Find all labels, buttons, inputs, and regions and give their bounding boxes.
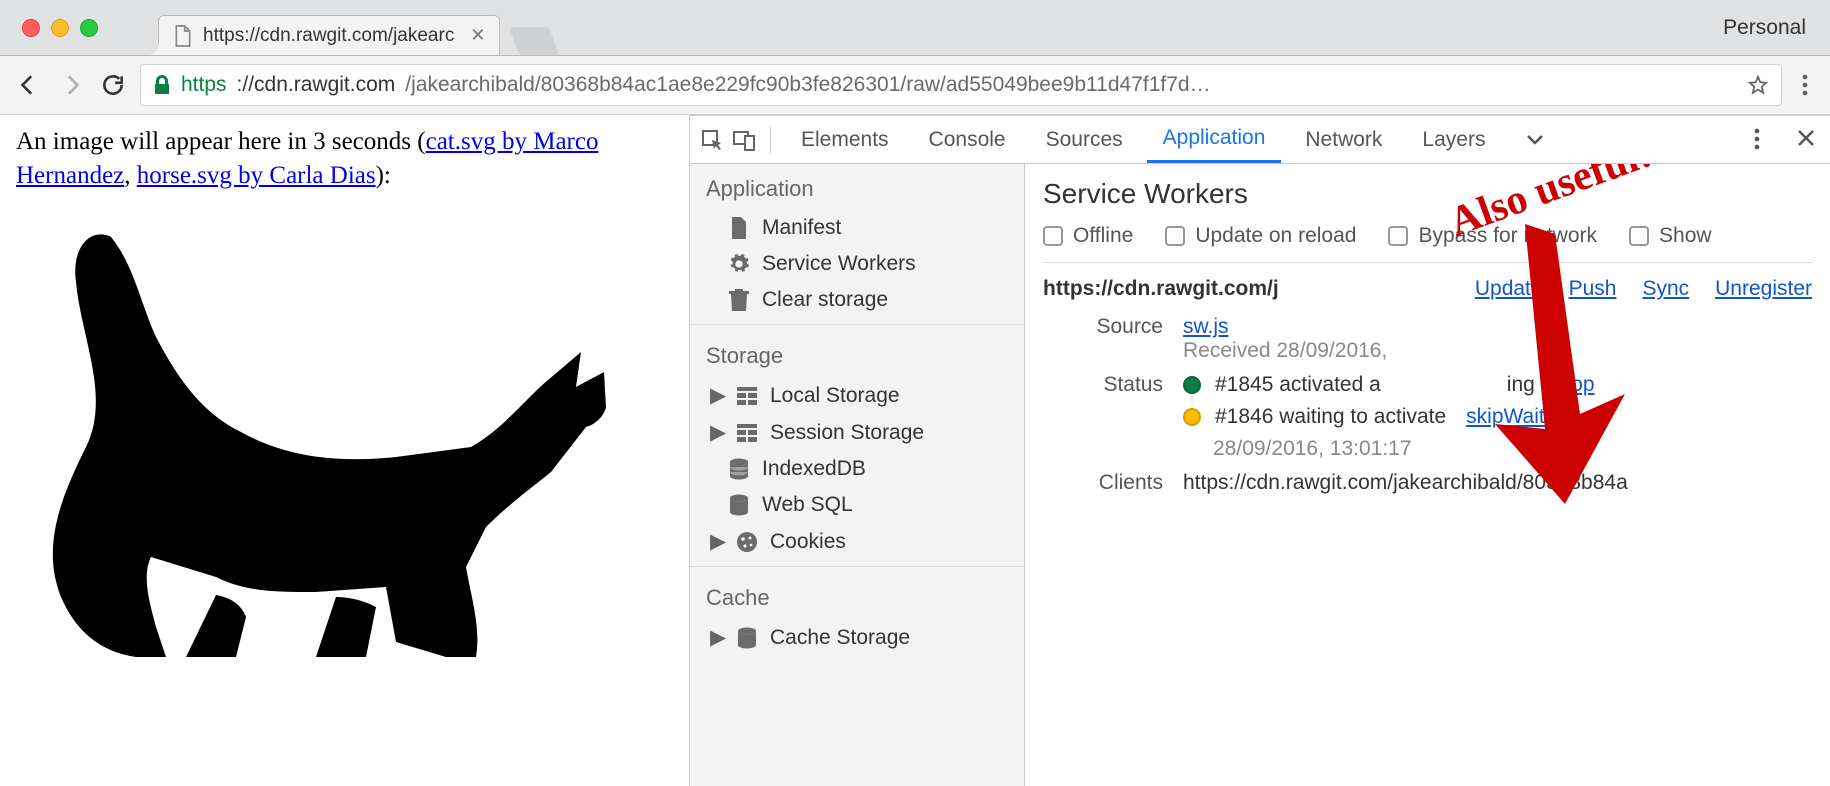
cookie-icon bbox=[736, 531, 758, 553]
clients-url: https://cdn.rawgit.com/jakearchibald/803… bbox=[1183, 471, 1812, 495]
update-on-reload-checkbox[interactable]: Update on reload bbox=[1165, 224, 1356, 248]
trash-icon bbox=[728, 289, 750, 311]
database-icon bbox=[728, 458, 750, 480]
devtools-body: Application Manifest Service Workers Cle… bbox=[690, 164, 1830, 786]
file-icon bbox=[173, 24, 193, 48]
page-intro: An image will appear here in 3 seconds (… bbox=[16, 125, 673, 193]
browser-toolbar: https ://cdn.rawgit.com /jakearchibald/8… bbox=[0, 55, 1830, 115]
sw-status-waiting: #1846 waiting to activate skipWaiting bbox=[1183, 405, 1812, 429]
sw-received-text: Received 28/09/2016, bbox=[1183, 339, 1387, 362]
caret-icon: ▶ bbox=[710, 529, 722, 554]
sidebar-item-manifest[interactable]: Manifest bbox=[690, 210, 1024, 246]
sidebar-section-application: Application bbox=[690, 164, 1024, 210]
tab-elements[interactable]: Elements bbox=[785, 116, 905, 163]
tab-close-icon[interactable]: ✕ bbox=[470, 25, 485, 46]
sidebar-item-cache-storage[interactable]: ▶ Cache Storage bbox=[690, 619, 1024, 656]
sw-origin: https://cdn.rawgit.com/j bbox=[1043, 277, 1449, 301]
sw-status-block: #1845 activated a ing stop #1846 waiting… bbox=[1183, 373, 1812, 461]
link-horse-svg[interactable]: horse.svg by Carla Dias bbox=[137, 162, 376, 189]
inspect-element-icon[interactable] bbox=[700, 128, 724, 152]
devtools-close-icon[interactable] bbox=[1796, 128, 1820, 152]
profile-label[interactable]: Personal bbox=[1723, 16, 1806, 40]
source-value: sw.js Received 28/09/2016, bbox=[1183, 315, 1812, 363]
sidebar-section-cache: Cache bbox=[690, 573, 1024, 619]
sw-sync-link[interactable]: Sync bbox=[1642, 277, 1689, 301]
tab-sources[interactable]: Sources bbox=[1030, 116, 1139, 163]
sw-stop-link[interactable]: stop bbox=[1555, 373, 1595, 397]
page-viewport: An image will appear here in 3 seconds (… bbox=[0, 115, 690, 786]
caret-icon: ▶ bbox=[710, 420, 722, 445]
sidebar-item-indexeddb[interactable]: IndexedDB bbox=[690, 451, 1024, 487]
window-titlebar: https://cdn.rawgit.com/jakearc ✕ Persona… bbox=[0, 0, 1830, 55]
browser-tab[interactable]: https://cdn.rawgit.com/jakearc ✕ bbox=[158, 15, 500, 55]
cat-image bbox=[16, 197, 673, 677]
status-label: Status bbox=[1043, 373, 1163, 397]
sw-skipwaiting-link[interactable]: skipWaiting bbox=[1466, 405, 1573, 429]
clients-label: Clients bbox=[1043, 471, 1163, 495]
sw-update-link[interactable]: Update bbox=[1475, 277, 1543, 301]
sw-origin-row: https://cdn.rawgit.com/j Update Push Syn… bbox=[1043, 277, 1812, 301]
url-scheme: https bbox=[181, 73, 227, 97]
window-close-button[interactable] bbox=[22, 19, 40, 37]
show-all-checkbox[interactable]: Show bbox=[1629, 224, 1712, 248]
traffic-lights bbox=[22, 19, 98, 37]
url-path: /jakearchibald/80368b84ac1ae8e229fc90b3f… bbox=[405, 73, 1737, 97]
sw-options-row: Offline Update on reload Bypass for netw… bbox=[1043, 224, 1812, 263]
bookmark-star-icon[interactable] bbox=[1747, 74, 1769, 96]
sidebar-item-cookies[interactable]: ▶ Cookies bbox=[690, 523, 1024, 560]
device-mode-icon[interactable] bbox=[732, 128, 756, 152]
devtools-menu-icon[interactable] bbox=[1754, 128, 1778, 152]
sw-unregister-link[interactable]: Unregister bbox=[1715, 277, 1812, 301]
tab-strip: https://cdn.rawgit.com/jakearc ✕ bbox=[158, 0, 554, 55]
offline-checkbox[interactable]: Offline bbox=[1043, 224, 1133, 248]
forward-button[interactable] bbox=[56, 70, 86, 100]
application-sidebar: Application Manifest Service Workers Cle… bbox=[690, 164, 1025, 786]
status-dot-orange-icon bbox=[1183, 408, 1201, 426]
sidebar-item-local-storage[interactable]: ▶ Local Storage bbox=[690, 377, 1024, 414]
devtools-tabbar: Elements Console Sources Application Net… bbox=[690, 116, 1830, 164]
tab-title: https://cdn.rawgit.com/jakearc bbox=[203, 25, 454, 47]
document-icon bbox=[728, 217, 750, 239]
status-dot-green-icon bbox=[1183, 376, 1201, 394]
service-workers-pane: Service Workers Offline Update on reload… bbox=[1025, 164, 1830, 786]
content-area: An image will appear here in 3 seconds (… bbox=[0, 115, 1830, 786]
caret-icon: ▶ bbox=[710, 625, 722, 650]
tab-network[interactable]: Network bbox=[1289, 116, 1398, 163]
sw-push-link[interactable]: Push bbox=[1569, 277, 1617, 301]
devtools-panel: Elements Console Sources Application Net… bbox=[690, 115, 1830, 786]
address-bar[interactable]: https ://cdn.rawgit.com /jakearchibald/8… bbox=[140, 64, 1782, 106]
sw-status2-time: 28/09/2016, 13:01:17 bbox=[1213, 437, 1812, 461]
window-maximize-button[interactable] bbox=[80, 19, 98, 37]
back-button[interactable] bbox=[14, 70, 44, 100]
sidebar-item-service-workers[interactable]: Service Workers bbox=[690, 246, 1024, 282]
window-minimize-button[interactable] bbox=[51, 19, 69, 37]
tab-console[interactable]: Console bbox=[913, 116, 1022, 163]
database-icon bbox=[736, 627, 758, 649]
table-icon bbox=[736, 385, 758, 407]
tab-application[interactable]: Application bbox=[1147, 116, 1282, 163]
pane-title: Service Workers bbox=[1043, 178, 1812, 210]
caret-icon: ▶ bbox=[710, 383, 722, 408]
sw-status-activated: #1845 activated a ing stop bbox=[1183, 373, 1812, 397]
sw-details-table: Source sw.js Received 28/09/2016, Status… bbox=[1043, 315, 1812, 495]
gear-icon bbox=[728, 253, 750, 275]
sidebar-item-clear-storage[interactable]: Clear storage bbox=[690, 282, 1024, 318]
url-host: ://cdn.rawgit.com bbox=[237, 73, 396, 97]
bypass-network-checkbox[interactable]: Bypass for network bbox=[1388, 224, 1597, 248]
chrome-menu-button[interactable] bbox=[1794, 74, 1816, 96]
tab-overflow[interactable] bbox=[1509, 116, 1561, 163]
table-icon bbox=[736, 422, 758, 444]
sidebar-item-websql[interactable]: Web SQL bbox=[690, 487, 1024, 523]
new-tab-button[interactable] bbox=[509, 27, 559, 55]
sw-source-link[interactable]: sw.js bbox=[1183, 315, 1229, 338]
tab-layers[interactable]: Layers bbox=[1406, 116, 1501, 163]
lock-icon bbox=[153, 75, 171, 95]
database-icon bbox=[728, 494, 750, 516]
source-label: Source bbox=[1043, 315, 1163, 339]
reload-button[interactable] bbox=[98, 70, 128, 100]
sidebar-section-storage: Storage bbox=[690, 331, 1024, 377]
sidebar-item-session-storage[interactable]: ▶ Session Storage bbox=[690, 414, 1024, 451]
